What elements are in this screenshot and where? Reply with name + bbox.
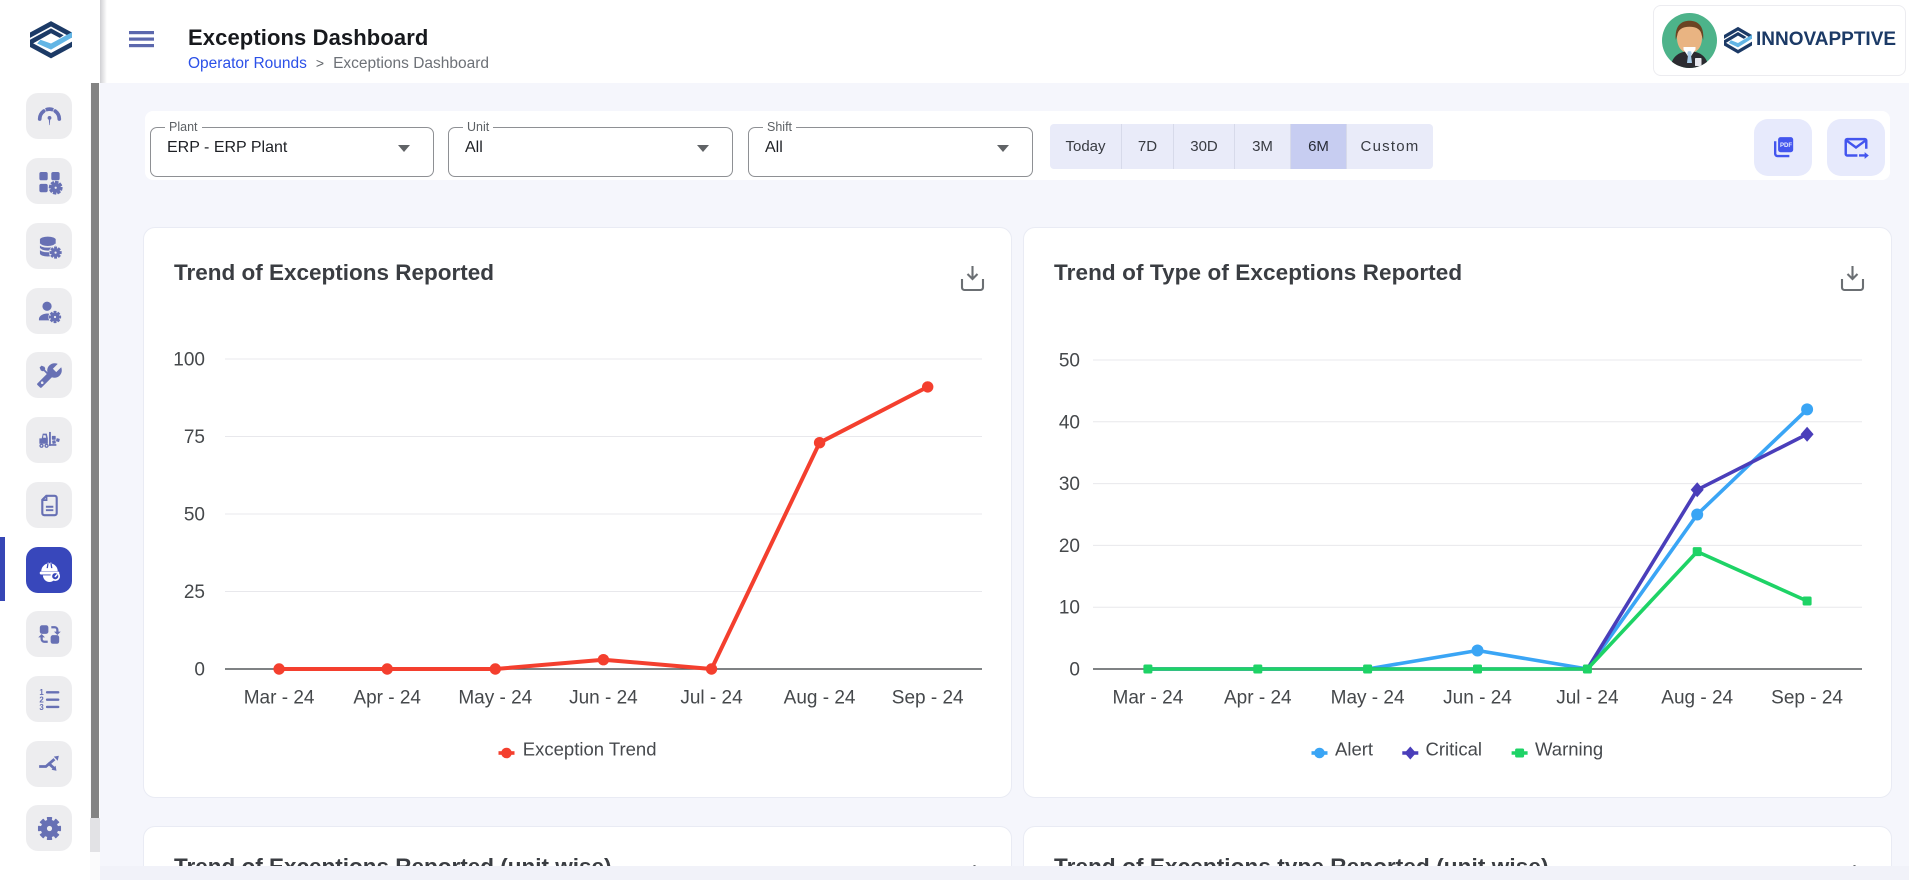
svg-text:Exception Trend: Exception Trend: [523, 739, 657, 760]
svg-text:50: 50: [184, 505, 205, 526]
svg-text:Jul - 24: Jul - 24: [1556, 688, 1619, 709]
svg-text:25: 25: [184, 582, 205, 603]
svg-text:Aug - 24: Aug - 24: [1661, 688, 1733, 709]
svg-text:3: 3: [39, 702, 44, 711]
svg-text:40: 40: [1059, 412, 1080, 433]
svg-text:Jun - 24: Jun - 24: [569, 688, 638, 709]
svg-text:0: 0: [194, 660, 205, 681]
svg-text:Apr - 24: Apr - 24: [1224, 688, 1292, 709]
svg-text:Apr - 24: Apr - 24: [353, 688, 421, 709]
svg-text:Mar - 24: Mar - 24: [244, 688, 315, 709]
svg-text:Alert: Alert: [1335, 739, 1373, 760]
svg-text:Jun - 24: Jun - 24: [1443, 688, 1512, 709]
svg-text:May - 24: May - 24: [458, 688, 532, 709]
svg-text:Critical: Critical: [1426, 739, 1483, 760]
svg-text:Aug - 24: Aug - 24: [784, 688, 856, 709]
svg-text:Mar - 24: Mar - 24: [1113, 688, 1184, 709]
svg-text:75: 75: [184, 427, 205, 448]
svg-text:PDF: PDF: [1780, 143, 1792, 149]
svg-text:50: 50: [1059, 351, 1080, 372]
svg-text:30: 30: [1059, 474, 1080, 495]
svg-text:May - 24: May - 24: [1331, 688, 1405, 709]
svg-text:Sep - 24: Sep - 24: [892, 688, 964, 709]
svg-text:20: 20: [1059, 536, 1080, 557]
svg-text:0: 0: [1069, 660, 1080, 681]
svg-text:Sep - 24: Sep - 24: [1771, 688, 1843, 709]
svg-text:Jul - 24: Jul - 24: [680, 688, 743, 709]
svg-text:10: 10: [1059, 598, 1080, 619]
svg-text:Warning: Warning: [1535, 739, 1603, 760]
svg-text:100: 100: [173, 350, 205, 371]
